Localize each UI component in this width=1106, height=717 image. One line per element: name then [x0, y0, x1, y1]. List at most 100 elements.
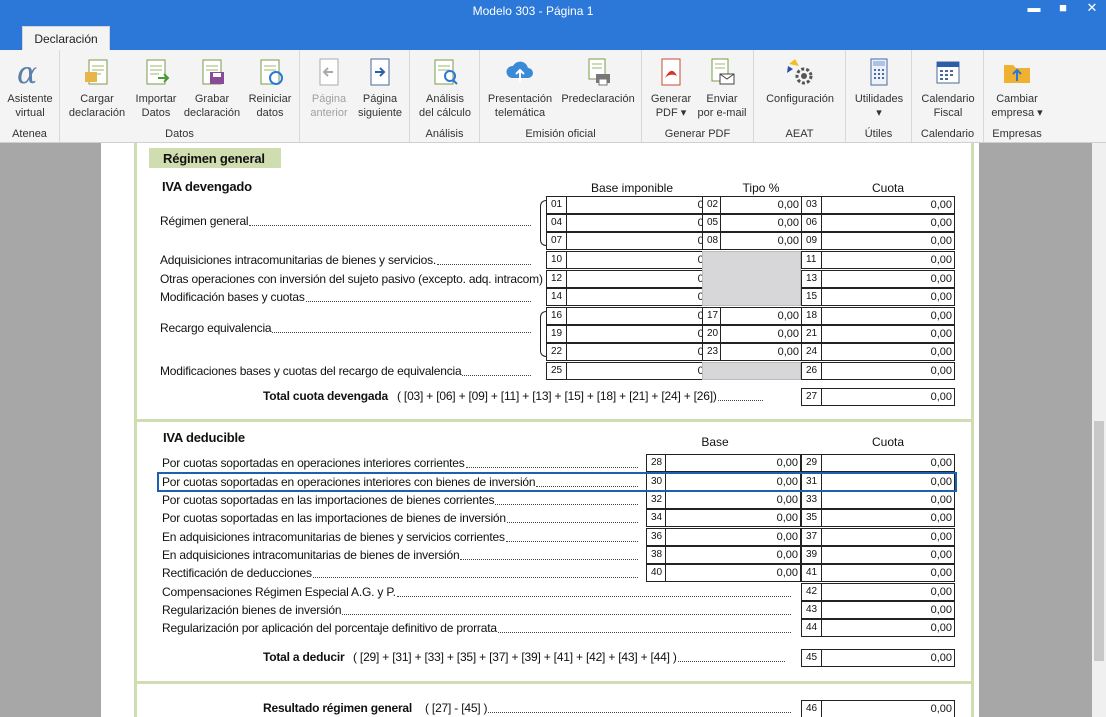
label: Predeclaración: [561, 93, 635, 105]
field-value: 0,00: [930, 549, 952, 561]
field-value: 0,00: [930, 291, 952, 303]
label: Página: [311, 93, 347, 105]
close-button[interactable]: ✕: [1078, 0, 1106, 18]
field-value: 0,00: [566, 362, 722, 380]
box-number: 14: [546, 288, 567, 306]
analysis-icon: [434, 59, 458, 85]
box-number: 41: [801, 564, 822, 582]
presentacion-telematica-button[interactable]: Presentación telemática: [484, 56, 556, 120]
dot-leader: [396, 596, 791, 597]
group-label: AEAT: [785, 128, 814, 140]
vertical-scrollbar[interactable]: [1092, 143, 1106, 717]
label: declaración: [68, 107, 126, 119]
header-tipo: Tipo %: [742, 181, 780, 195]
pagina-anterior-button[interactable]: Página anterior: [302, 56, 356, 120]
field-value: 0,00: [566, 196, 722, 214]
configuracion-button[interactable]: Configuración: [760, 56, 840, 106]
group-label: Empresas: [992, 128, 1042, 140]
selected-row-highlight: [157, 472, 957, 492]
box-number: 27: [801, 388, 822, 406]
field-value: 0,00: [566, 214, 722, 232]
disabled-area: [702, 251, 801, 306]
utilidades-button[interactable]: Utilidades ▾: [850, 56, 908, 120]
svg-text:α: α: [17, 56, 37, 88]
field-value: 0,00: [930, 512, 952, 524]
box-number: 19: [546, 325, 567, 343]
printer-icon: [588, 58, 610, 86]
box-number: 02: [702, 196, 721, 214]
field-value: 0,00: [930, 273, 952, 285]
label: Grabar: [194, 93, 230, 105]
group-calendario: Calendario Fiscal Calendario: [912, 50, 984, 142]
cargar-declaracion-button[interactable]: Cargar declaración: [66, 56, 128, 120]
field-value: 0,00: [930, 217, 952, 229]
field-value: 0,00: [566, 307, 722, 325]
box-number: 16: [546, 307, 567, 325]
box-number: 01: [546, 196, 567, 214]
row-label: Regularización bienes de inversión: [162, 603, 342, 617]
row-label: Otras operaciones con inversión del suje…: [160, 272, 543, 286]
tab-declaracion[interactable]: Declaración: [22, 26, 110, 50]
box-number: 40: [646, 564, 666, 582]
box-number: 07: [546, 232, 567, 250]
pagina-siguiente-button[interactable]: Página siguiente: [352, 56, 408, 120]
group-generar-pdf: Generar PDF ▾ Enviar por e-mail Generar …: [642, 50, 754, 142]
folder-icon: [1004, 65, 1030, 83]
group-atenea: α Asistente virtual Atenea: [0, 50, 60, 142]
deducible-title: IVA deducible: [163, 430, 245, 445]
importar-datos-button[interactable]: Importar Datos: [128, 56, 184, 120]
analisis-calculo-button[interactable]: Análisis del cálculo: [414, 56, 476, 120]
group-label: Generar PDF: [664, 128, 731, 140]
dot-leader: [342, 614, 791, 615]
group-utiles: Utilidades ▾ Útiles: [846, 50, 912, 142]
field-value: 0,00: [776, 567, 798, 579]
label: Reiniciar: [248, 93, 292, 105]
maximize-button[interactable]: ■: [1049, 0, 1077, 18]
minimize-button[interactable]: ▬: [1020, 0, 1048, 18]
box-number: 32: [646, 491, 666, 509]
import-data-icon: [146, 59, 170, 85]
field-value: 0,00: [776, 512, 798, 524]
predeclaracion-button[interactable]: Predeclaración: [558, 56, 638, 106]
frame-divider: [134, 419, 974, 422]
box-number: 08: [702, 232, 721, 250]
box-number: 33: [801, 491, 822, 509]
field-value: 0,00: [776, 457, 798, 469]
devengado-title: IVA devengado: [162, 179, 252, 194]
total-devengada-label: Total cuota devengada: [263, 389, 388, 403]
save-document-icon: [202, 59, 224, 85]
field-value: 0,00: [776, 549, 798, 561]
field-value: 0,00: [930, 310, 952, 322]
generar-pdf-button[interactable]: Generar PDF ▾: [644, 56, 698, 120]
field-value: 0,00: [777, 199, 799, 211]
enviar-email-button[interactable]: Enviar por e-mail: [694, 56, 750, 120]
total-devengada-formula: ( [03] + [06] + [09] + [11] + [13] + [15…: [397, 389, 717, 403]
calendario-fiscal-button[interactable]: Calendario Fiscal: [916, 56, 980, 120]
field-value: 0,00: [776, 494, 798, 506]
label: virtual: [15, 107, 45, 119]
row-label: En adquisiciones intracomunitarias de bi…: [162, 530, 505, 544]
pdf-icon: [661, 58, 681, 86]
field-value: 0,00: [930, 531, 952, 543]
cambiar-empresa-button[interactable]: Cambiar empresa ▾: [986, 56, 1048, 120]
resultado-label: Resultado régimen general: [263, 701, 413, 715]
dot-leader: [460, 559, 638, 560]
alpha-icon: α: [17, 56, 37, 88]
label: Importar: [135, 93, 177, 105]
reiniciar-datos-button[interactable]: Reiniciar datos: [242, 56, 298, 120]
row-label: Por cuotas soportadas en las importacion…: [162, 493, 495, 507]
dot-leader: [437, 264, 531, 265]
scrollbar-thumb[interactable]: [1094, 421, 1104, 661]
grabar-declaracion-button[interactable]: Grabar declaración: [180, 56, 244, 120]
label: ▾: [876, 107, 882, 119]
field-value: 0,00: [930, 703, 952, 715]
row-label: Régimen general: [160, 214, 249, 228]
calculator-icon: [870, 58, 888, 86]
box-number: 23: [702, 343, 721, 361]
field-value: 0,00: [776, 531, 798, 543]
field-value: 0,00: [930, 652, 952, 664]
group-empresas: Cambiar empresa ▾ Empresas: [984, 50, 1050, 142]
row-label: En adquisiciones intracomunitarias de bi…: [162, 548, 460, 562]
asistente-virtual-button[interactable]: α Asistente virtual: [2, 56, 58, 120]
box-number: 36: [646, 528, 666, 546]
